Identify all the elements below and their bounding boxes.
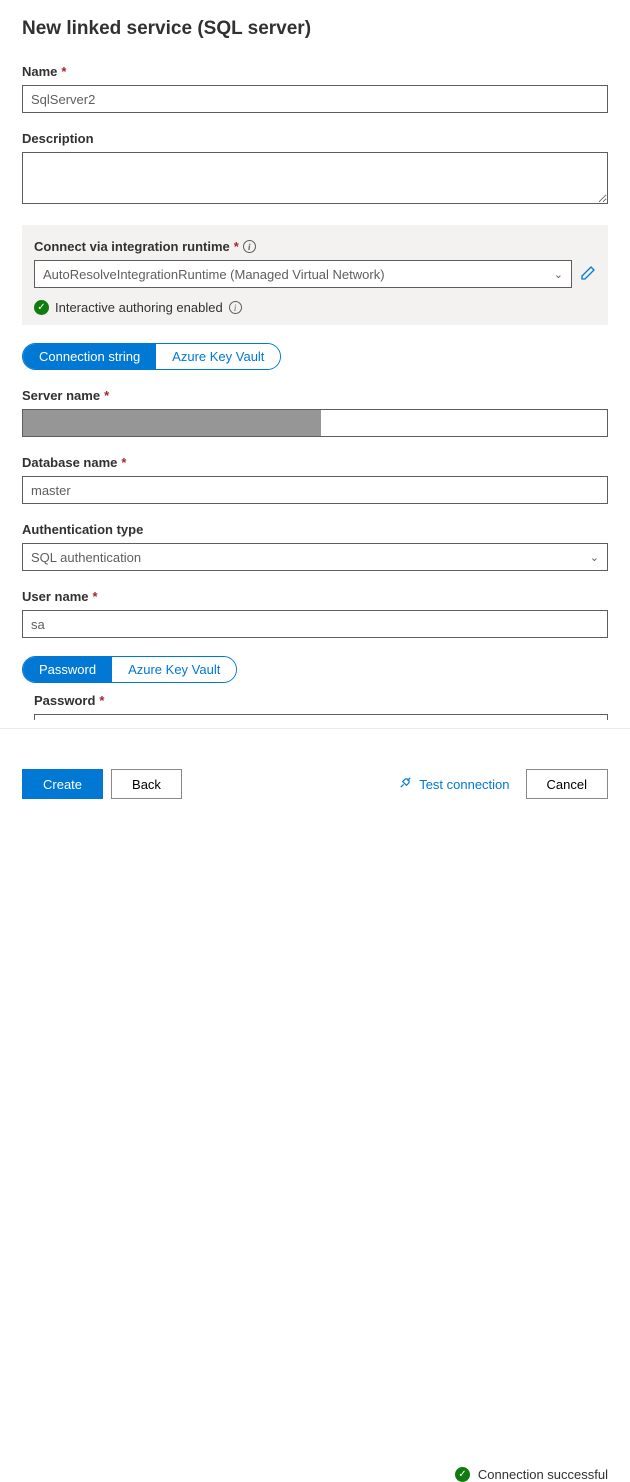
check-icon: ✓ [34,300,49,315]
description-label: Description [22,131,94,146]
server-field: Server name * [22,388,608,437]
password-input[interactable] [34,714,608,720]
tab-connection-string[interactable]: Connection string [23,344,156,369]
tab-azure-key-vault[interactable]: Azure Key Vault [156,344,280,369]
info-icon[interactable]: i [229,301,242,314]
password-label: Password [34,693,95,708]
runtime-status: Interactive authoring enabled [55,300,223,315]
auth-field: Authentication type SQL authentication ⌄ [22,522,608,571]
required-star: * [234,239,239,254]
description-input[interactable] [22,152,608,204]
footer-divider [0,728,630,729]
required-star: * [104,388,109,403]
create-button[interactable]: Create [22,769,103,799]
test-connection-label: Test connection [419,777,509,792]
user-field: User name * [22,589,608,638]
password-tabs: Password Azure Key Vault [22,656,237,683]
required-star: * [121,455,126,470]
runtime-value: AutoResolveIntegrationRuntime (Managed V… [43,267,385,282]
database-field: Database name * [22,455,608,504]
chevron-down-icon: ⌄ [554,268,563,281]
runtime-label: Connect via integration runtime [34,239,230,254]
user-input[interactable] [22,610,608,638]
info-icon[interactable]: i [243,240,256,253]
runtime-select[interactable]: AutoResolveIntegrationRuntime (Managed V… [34,260,572,288]
database-label: Database name [22,455,117,470]
name-input[interactable] [22,85,608,113]
connection-success-text: Connection successful [478,1467,608,1482]
server-label: Server name [22,388,100,403]
cancel-button[interactable]: Cancel [526,769,608,799]
check-icon: ✓ [455,1467,470,1482]
test-connection-link[interactable]: Test connection [398,775,509,793]
required-star: * [61,64,66,79]
tab-password-akv[interactable]: Azure Key Vault [112,657,236,682]
auth-select[interactable]: SQL authentication ⌄ [22,543,608,571]
auth-value: SQL authentication [31,550,141,565]
page-title: New linked service (SQL server) [22,18,608,40]
edit-icon[interactable] [580,265,596,284]
connection-tabs: Connection string Azure Key Vault [22,343,281,370]
runtime-section: Connect via integration runtime * i Auto… [22,225,608,325]
plug-icon [398,775,413,793]
name-field: Name * [22,64,608,113]
auth-label: Authentication type [22,522,143,537]
footer: Create Back Test connection Cancel [0,757,630,817]
back-button[interactable]: Back [111,769,182,799]
description-field: Description [22,131,608,207]
required-star: * [92,589,97,604]
user-label: User name [22,589,88,604]
tab-password[interactable]: Password [23,657,112,682]
required-star: * [99,693,104,708]
password-field: Password * [22,693,608,720]
server-input[interactable] [22,409,608,437]
database-input[interactable] [22,476,608,504]
form-body: New linked service (SQL server) Name * D… [0,0,630,720]
name-label: Name [22,64,57,79]
chevron-down-icon: ⌄ [590,551,599,564]
